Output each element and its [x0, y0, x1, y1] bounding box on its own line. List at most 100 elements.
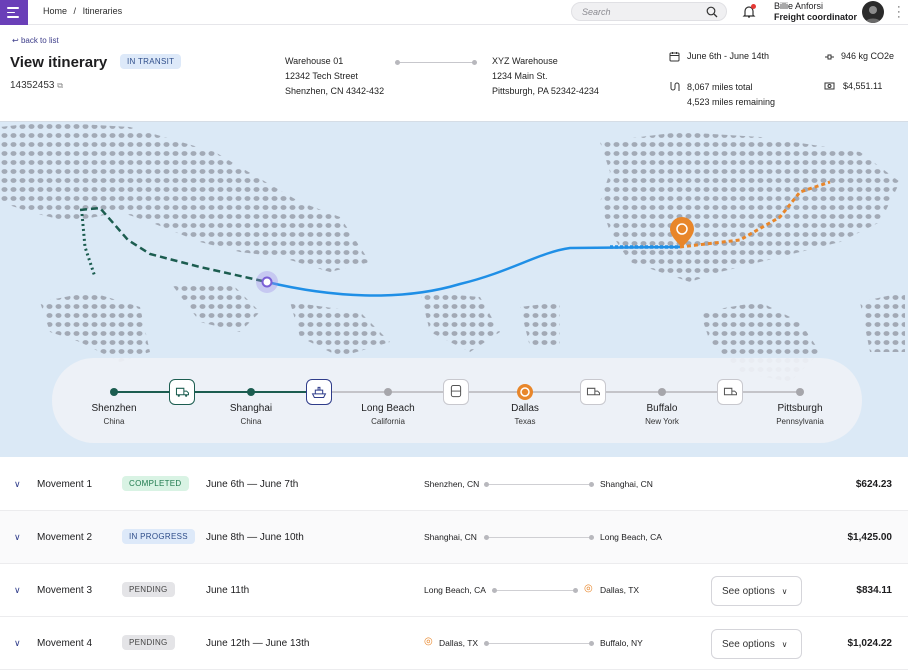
movement-price: $834.11 — [856, 585, 892, 596]
route-map[interactable]: Shenzhen China Shanghai China Long Beach Ca… — [0, 121, 908, 457]
status-badge: PENDING — [122, 582, 175, 597]
chevron-down-icon[interactable]: ∨ — [14, 638, 21, 649]
user-role: Freight coordinator — [774, 12, 857, 22]
ship-leg-icon[interactable] — [306, 379, 332, 405]
back-arrow-icon: ↩ — [12, 36, 19, 45]
top-bar: Home / Itineraries Search Billie Anforsi… — [0, 0, 908, 25]
completed-route-start — [80, 213, 97, 278]
truck-leg-icon-3[interactable] — [717, 379, 743, 405]
origin-street: 12342 Tech Street — [285, 71, 358, 81]
origin-address: Warehouse 01 12342 Tech Street Shenzhen,… — [285, 54, 384, 99]
movement-dates: June 8th — June 10th — [206, 532, 304, 543]
movement-price: $1,425.00 — [847, 532, 893, 543]
movement-row[interactable]: ∨ Movement 2 IN PROGRESS June 8th — June… — [0, 511, 908, 564]
destination-city: Pittsburgh, PA 52342-4234 — [492, 86, 599, 96]
stop-city: Long Beach — [361, 403, 415, 414]
movement-from: Shanghai, CN — [424, 532, 477, 542]
stop-city: Shenzhen — [91, 403, 137, 414]
chevron-down-icon[interactable]: ∨ — [14, 585, 21, 596]
stop-city: Shanghai — [229, 403, 273, 414]
stop-pittsburgh[interactable]: Pittsburgh Pennsylvania — [755, 403, 845, 426]
stop-dallas[interactable]: Dallas Texas — [480, 403, 570, 426]
search-icon[interactable] — [706, 6, 718, 18]
back-to-list-link[interactable]: ↩ back to list — [12, 36, 59, 45]
hamburger-menu-icon[interactable] — [0, 0, 28, 25]
movement-name: Movement 1 — [37, 479, 93, 490]
search-input[interactable]: Search — [571, 2, 727, 21]
chevron-down-icon: ∨ — [781, 587, 788, 596]
movement-from: Dallas, TX — [439, 638, 479, 648]
notification-bell-icon[interactable] — [742, 4, 756, 19]
see-options-button[interactable]: See options ∨ — [711, 576, 802, 606]
movement-name: Movement 3 — [37, 585, 93, 596]
stop-region: New York — [645, 417, 679, 426]
stop-shanghai[interactable]: Shanghai China — [206, 403, 296, 426]
itinerary-id-value: 14352453 — [10, 80, 55, 91]
miles-remaining: 4,523 miles remaining — [687, 97, 776, 107]
stop-city: Dallas — [511, 403, 539, 414]
more-options-icon[interactable]: · · · — [897, 2, 901, 23]
current-location-marker[interactable] — [261, 276, 273, 288]
stop-region: China — [240, 417, 262, 426]
user-info[interactable]: Billie Anforsi Freight coordinator — [774, 1, 857, 23]
stop-city: Pittsburgh — [777, 403, 823, 414]
miles-total: 8,067 miles total — [687, 82, 753, 92]
truck-leg-icon-2[interactable] — [580, 379, 606, 405]
stop-city: Buffalo — [646, 403, 678, 414]
movement-to: Buffalo, NY — [600, 638, 643, 648]
movement-connector — [484, 535, 594, 540]
itinerary-id: 14352453 ⧉ — [10, 80, 63, 91]
origin-destination-connector — [395, 60, 477, 65]
status-badge: COMPLETED — [122, 476, 189, 491]
route-icon — [670, 82, 680, 91]
stop-shenzhen[interactable]: Shenzhen China — [69, 403, 159, 426]
breadcrumb-separator: / — [73, 6, 77, 16]
breadcrumb-current[interactable]: Itineraries — [83, 6, 123, 16]
user-name: Billie Anforsi — [774, 1, 824, 11]
notification-dot — [751, 4, 756, 9]
page-title: View itinerary — [10, 54, 108, 71]
movement-name: Movement 2 — [37, 532, 93, 543]
movement-name: Movement 4 — [37, 638, 93, 649]
stop-region: Texas — [514, 417, 536, 426]
movement-row[interactable]: ∨ Movement 1 COMPLETED June 6th — June 7… — [0, 458, 908, 511]
destination-street: 1234 Main St. — [492, 71, 548, 81]
pin-icon: ◎ — [424, 636, 433, 647]
movement-to: Long Beach, CA — [600, 532, 662, 542]
truck-leg-icon[interactable] — [169, 379, 195, 405]
avatar[interactable] — [862, 1, 884, 23]
movement-dates: June 11th — [206, 585, 250, 596]
see-options-button[interactable]: See options ∨ — [711, 629, 802, 659]
chevron-down-icon[interactable]: ∨ — [14, 479, 21, 490]
movement-price: $624.23 — [855, 479, 892, 490]
calendar-icon — [669, 52, 680, 62]
movement-dates: June 6th — June 7th — [206, 479, 299, 490]
copy-icon[interactable]: ⧉ — [57, 81, 63, 90]
see-options-label: See options — [722, 586, 775, 597]
movement-row[interactable]: ∨ Movement 4 PENDING June 12th — June 13… — [0, 617, 908, 670]
movement-row[interactable]: ∨ Movement 3 PENDING June 11th Long Beac… — [0, 564, 908, 617]
breadcrumb: Home / Itineraries — [43, 6, 126, 16]
movement-from: Long Beach, CA — [424, 585, 486, 595]
movement-to: Shanghai, CN — [600, 479, 653, 489]
breadcrumb-home[interactable]: Home — [43, 6, 67, 16]
co2-icon — [825, 54, 834, 60]
pin-icon: ◎ — [584, 583, 593, 594]
status-badge: IN PROGRESS — [122, 529, 195, 544]
train-leg-icon[interactable] — [443, 379, 469, 405]
movement-connector — [484, 641, 594, 646]
back-label: back to list — [20, 36, 59, 45]
stop-region: California — [371, 417, 405, 426]
search-placeholder: Search — [582, 7, 611, 17]
movement-connector — [484, 482, 594, 487]
chevron-down-icon[interactable]: ∨ — [14, 532, 21, 543]
destination-name: XYZ Warehouse — [492, 56, 558, 66]
status-badge: IN TRANSIT — [120, 54, 182, 69]
stop-buffalo[interactable]: Buffalo New York — [617, 403, 707, 426]
co2-value: 946 kg CO2e — [841, 51, 895, 61]
total-cost: $4,551.11 — [843, 81, 883, 91]
status-badge: PENDING — [122, 635, 175, 650]
movement-from: Shenzhen, CN — [424, 479, 480, 489]
stop-long-beach[interactable]: Long Beach California — [343, 403, 433, 426]
movement-dates: June 12th — June 13th — [206, 638, 310, 649]
